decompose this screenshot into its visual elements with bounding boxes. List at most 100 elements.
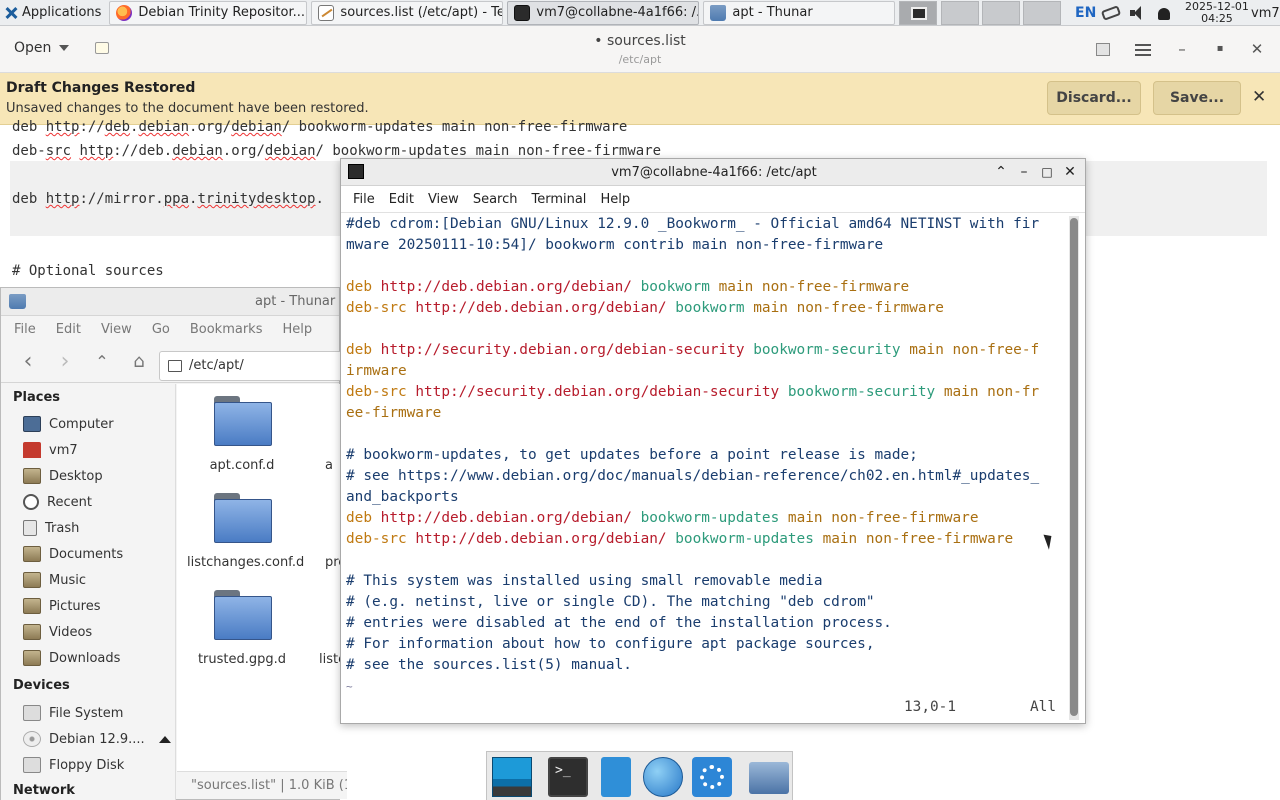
workspace-2[interactable] [941, 1, 979, 25]
task-thunar[interactable]: apt - Thunar [703, 0, 896, 25]
sidebar-item-recent[interactable]: Recent [23, 491, 92, 513]
menu-terminal[interactable]: Terminal [531, 192, 586, 207]
menu-edit[interactable]: Edit [56, 322, 81, 337]
music-folder-icon [23, 572, 41, 588]
network-button[interactable] [1100, 0, 1122, 26]
sidebar-item-debian-disc[interactable]: Debian 12.9.... [23, 728, 171, 750]
terminal-menubar: File Edit View Search Terminal Help [341, 186, 1085, 213]
folder-icon [214, 493, 272, 543]
applications-menu-button[interactable]: Applications [0, 0, 105, 26]
draft-restored-infobar: Draft Changes Restored Unsaved changes t… [0, 73, 1280, 125]
home-icon[interactable]: ⌂ [127, 351, 151, 375]
buffer-line: # For information about how to configure… [346, 636, 875, 652]
menu-help[interactable]: Help [600, 192, 630, 207]
menu-view[interactable]: View [101, 322, 132, 337]
folder-icon [9, 294, 26, 309]
xfce-mouse-icon [4, 6, 18, 20]
videos-folder-icon [23, 624, 41, 640]
menu-search[interactable]: Search [473, 192, 518, 207]
network-icon [1100, 5, 1122, 21]
scrollbar-thumb[interactable] [1070, 218, 1078, 716]
editor-line: deb http://deb.debian.org/debian/ bookwo… [12, 119, 628, 135]
menu-help[interactable]: Help [282, 322, 312, 337]
language-indicator[interactable]: EN [1075, 0, 1096, 26]
buffer-line: # see the sources.list(5) manual. [346, 657, 632, 673]
task-firefox[interactable]: Debian Trinity Repositor... [109, 0, 308, 25]
user-menu[interactable]: vm7 [1251, 0, 1280, 26]
terminal-window-icon [911, 7, 927, 20]
discard-button[interactable]: Discard... [1047, 81, 1141, 115]
maximize-button[interactable]: □ [1037, 162, 1057, 182]
thunar-file-view[interactable]: apt.conf.d listchanges.conf.d trusted.gp… [177, 384, 347, 774]
web-browser-launcher-icon[interactable] [643, 757, 683, 797]
volume-button[interactable] [1129, 0, 1145, 26]
home-icon [23, 442, 41, 458]
workspace-3[interactable] [982, 1, 1020, 25]
menu-bookmarks[interactable]: Bookmarks [190, 322, 263, 337]
menu-file[interactable]: File [14, 322, 36, 337]
notifications-button[interactable] [1158, 0, 1170, 26]
sidebar-item-floppy[interactable]: Floppy Disk [23, 754, 124, 776]
close-button[interactable]: ✕ [1060, 162, 1080, 182]
terminal-scrollbar[interactable] [1069, 216, 1079, 720]
shade-button[interactable]: ⌃ [991, 162, 1011, 182]
clock[interactable]: 2025-12-01 04:25 [1185, 0, 1249, 26]
hamburger-menu-icon[interactable] [1135, 44, 1151, 56]
terminal-titlebar[interactable]: vm7@collabne-4a1f66: /etc/apt ⌃ – □ ✕ [341, 159, 1085, 186]
up-icon[interactable]: ⌃ [90, 351, 114, 375]
terminal-vim-buffer[interactable]: #deb cdrom:[Debian GNU/Linux 12.9.0 _Boo… [341, 214, 1087, 724]
buffer-line: and_backports [346, 489, 459, 505]
forward-icon[interactable]: › [53, 351, 77, 375]
sidebar-item-computer[interactable]: Computer [23, 413, 114, 435]
buffer-line: mware 20250111-10:54]/ bookworm contrib … [346, 237, 884, 253]
sidebar-item-downloads[interactable]: Downloads [23, 647, 120, 669]
workspace-1[interactable] [899, 1, 937, 25]
bell-icon [1158, 8, 1170, 20]
task-text-editor[interactable]: sources.list (/etc/apt) - Te... [311, 0, 504, 25]
menu-file[interactable]: File [353, 192, 375, 207]
infobar-close-icon[interactable]: ✕ [1252, 87, 1266, 107]
optical-disc-icon [23, 731, 41, 747]
thunar-titlebar[interactable]: apt - Thunar [1, 288, 339, 316]
menu-go[interactable]: Go [152, 322, 170, 337]
home-folder-launcher-icon[interactable] [749, 762, 789, 794]
location-bar[interactable]: /etc/apt/ [159, 351, 349, 381]
task-terminal[interactable]: vm7@collabne-4a1f66: /... [507, 0, 700, 25]
workspace-4[interactable] [1023, 1, 1061, 25]
menu-view[interactable]: View [428, 192, 459, 207]
sidebar-item-filesystem[interactable]: File System [23, 702, 123, 724]
show-desktop-icon[interactable] [492, 757, 532, 797]
menu-edit[interactable]: Edit [389, 192, 414, 207]
file-item[interactable]: listchanges.conf.d [187, 493, 304, 570]
task-label: apt - Thunar [732, 5, 813, 20]
maximize-button[interactable]: ▪ [1211, 40, 1229, 58]
save-button[interactable]: Save... [1153, 81, 1241, 115]
vim-cursor-position: 13,0-1 [904, 699, 956, 715]
settings-launcher-icon[interactable] [692, 757, 732, 797]
sidebar-item-music[interactable]: Music [23, 569, 86, 591]
sidebar-item-pictures[interactable]: Pictures [23, 595, 100, 617]
sidebar-item-home[interactable]: vm7 [23, 439, 78, 461]
task-label: vm7@collabne-4a1f66: /... [536, 5, 700, 20]
minimize-button[interactable]: – [1173, 40, 1191, 58]
buffer-line: # entries were disabled at the end of th… [346, 615, 892, 631]
text-editor-icon [318, 4, 335, 21]
sidebar-item-desktop[interactable]: Desktop [23, 465, 103, 487]
close-button[interactable]: ✕ [1248, 40, 1266, 58]
terminal-launcher-icon[interactable]: >_ [548, 757, 588, 797]
minimize-button[interactable]: – [1014, 162, 1034, 182]
infobar-message: Unsaved changes to the document have bee… [6, 101, 369, 116]
document-properties-icon[interactable] [1096, 43, 1110, 56]
file-item[interactable]: trusted.gpg.d [187, 590, 297, 667]
vim-scroll-position: All [1030, 699, 1056, 715]
sidebar-item-videos[interactable]: Videos [23, 621, 92, 643]
sidebar-item-documents[interactable]: Documents [23, 543, 123, 565]
eject-icon[interactable] [158, 735, 171, 743]
sidebar-item-trash[interactable]: Trash [23, 517, 79, 539]
buffer-line: ee-firmware [346, 405, 442, 421]
file-manager-launcher-icon[interactable] [601, 757, 631, 797]
network-header: Network [13, 783, 75, 795]
back-icon[interactable]: ‹ [16, 351, 40, 375]
folder-icon [214, 396, 272, 446]
file-item[interactable]: apt.conf.d [187, 396, 297, 473]
